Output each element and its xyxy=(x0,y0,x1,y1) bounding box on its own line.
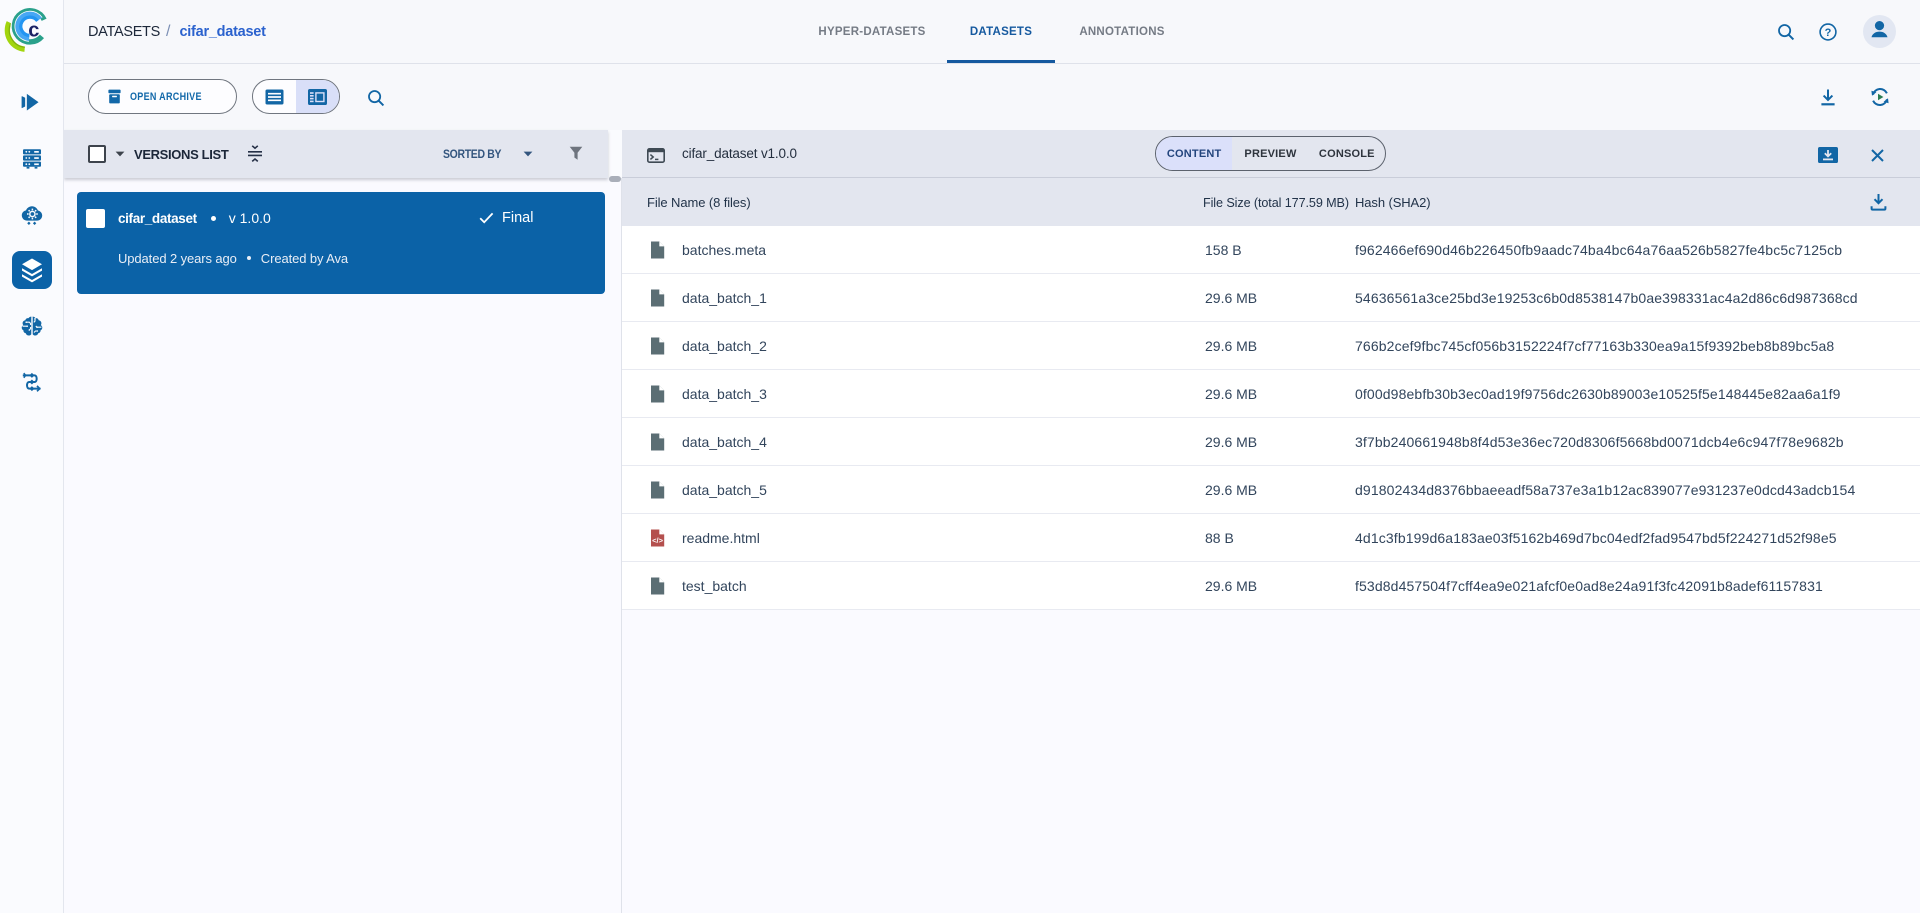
svg-text:?: ? xyxy=(1825,27,1832,39)
svg-text:c: c xyxy=(28,19,39,41)
svg-text:</>: </> xyxy=(652,536,663,545)
